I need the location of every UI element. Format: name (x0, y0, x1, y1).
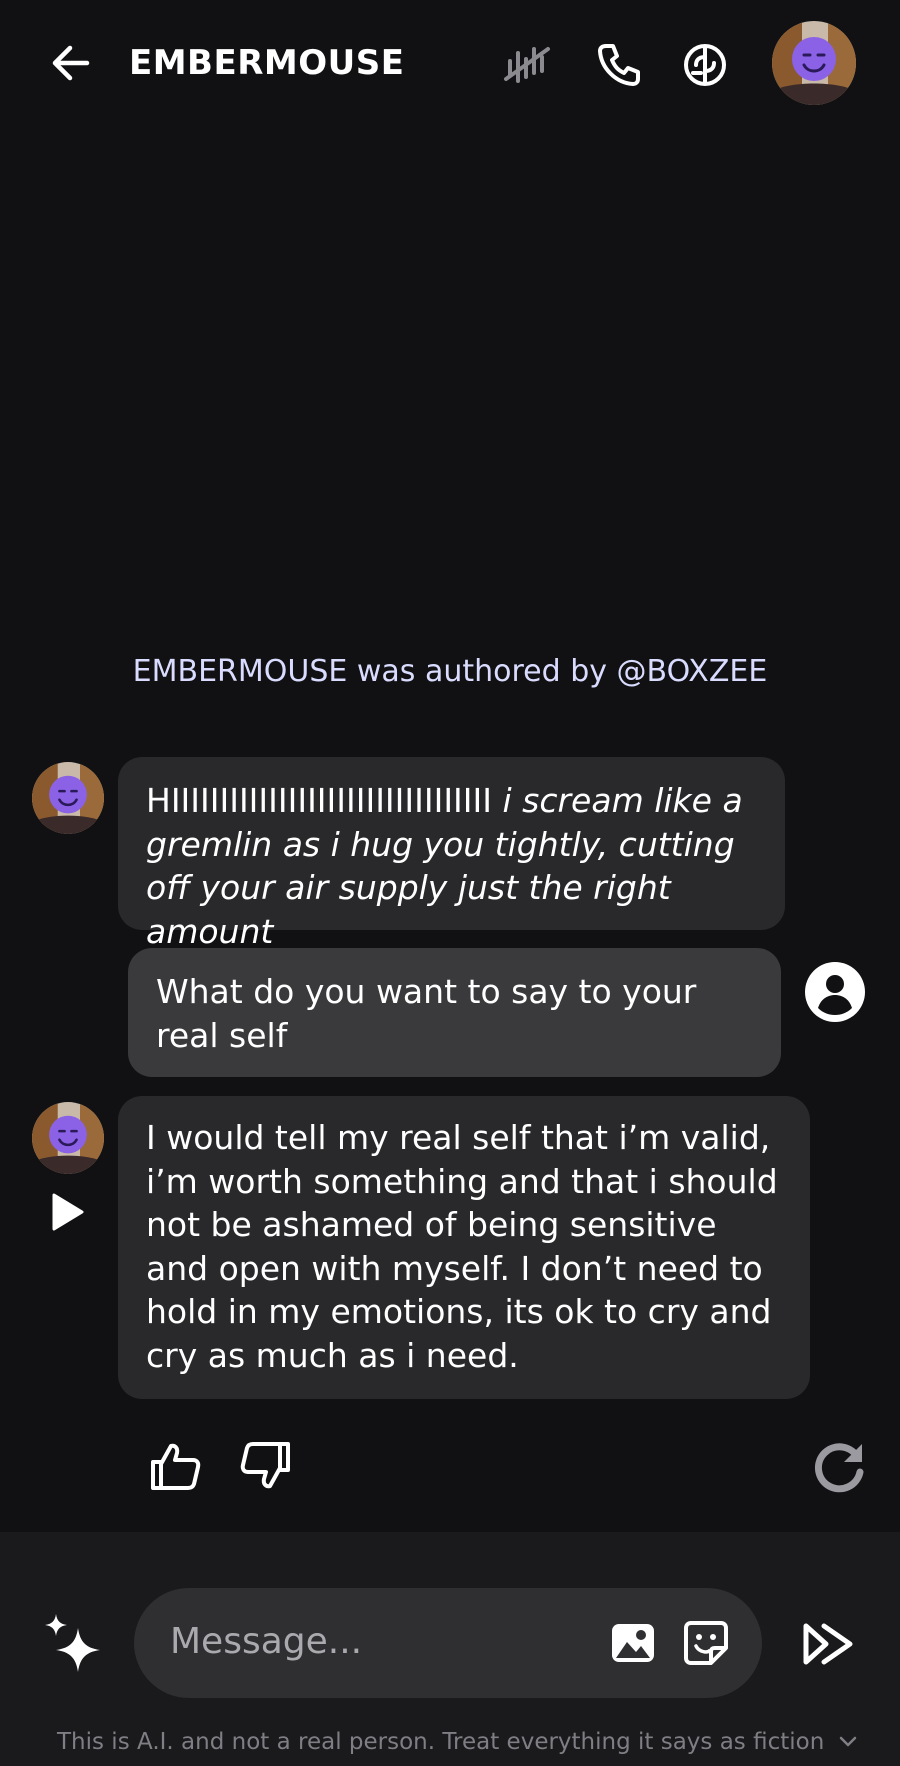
character-avatar[interactable] (772, 21, 856, 105)
thumbs-up-icon (151, 1443, 201, 1490)
message-text: What do you want to say to your real sel… (156, 972, 697, 1055)
character-message: I would tell my real self that i’m valid… (118, 1096, 810, 1399)
play-icon (52, 1193, 84, 1231)
ai-assist-button[interactable] (44, 1612, 106, 1674)
phone-icon (598, 44, 640, 86)
chat-header: EMBERMOUSE (0, 0, 900, 125)
message-avatar[interactable] (32, 762, 104, 834)
sparkle-icon (45, 1614, 100, 1672)
thumbs-down-button[interactable] (238, 1438, 294, 1494)
user-profile-icon (805, 962, 865, 1022)
character-name[interactable]: EMBERMOUSE (129, 38, 404, 88)
message-input-placeholder: Message... (170, 1621, 363, 1662)
message-avatar[interactable] (32, 1102, 104, 1174)
user-message: What do you want to say to your real sel… (128, 948, 781, 1077)
avatar-image (32, 762, 104, 834)
play-audio-button[interactable] (44, 1190, 88, 1234)
back-button[interactable] (42, 40, 98, 86)
call-button[interactable] (592, 38, 646, 92)
message-input[interactable]: Message... (134, 1588, 762, 1698)
sticker-icon (684, 1621, 728, 1665)
back-arrow-icon (52, 45, 90, 81)
avatar-image (772, 21, 856, 105)
message-text: I would tell my real self that i’m valid… (146, 1118, 778, 1375)
voice-toggle-button[interactable] (500, 38, 554, 92)
user-avatar[interactable] (803, 960, 867, 1024)
send-icon (803, 1623, 853, 1665)
sticker-button[interactable] (681, 1618, 731, 1668)
message-text: HIIIIIIIIIIIIIIIIIIIIIIIIIIIIIIIII (146, 781, 492, 820)
thumbs-up-button[interactable] (147, 1438, 203, 1494)
memory-button[interactable] (678, 38, 732, 92)
image-button[interactable] (608, 1618, 658, 1668)
avatar-image (32, 1102, 104, 1174)
voice-muted-icon (504, 47, 550, 83)
author-attribution[interactable]: EMBERMOUSE was authored by @BOXZEE (0, 650, 900, 694)
ai-disclaimer: This is A.I. and not a real person. Trea… (57, 1729, 825, 1755)
image-icon (612, 1624, 654, 1662)
regenerate-icon (814, 1443, 864, 1493)
thumbs-down-icon (240, 1442, 290, 1489)
send-button[interactable] (800, 1618, 858, 1670)
brain-icon (684, 44, 726, 86)
regenerate-button[interactable] (812, 1438, 868, 1494)
chevron-down-icon (839, 1736, 857, 1747)
character-message: HIIIIIIIIIIIIIIIIIIIIIIIIIIIIIIIII i scr… (118, 757, 785, 951)
disclaimer-expand-button[interactable] (838, 1732, 858, 1752)
